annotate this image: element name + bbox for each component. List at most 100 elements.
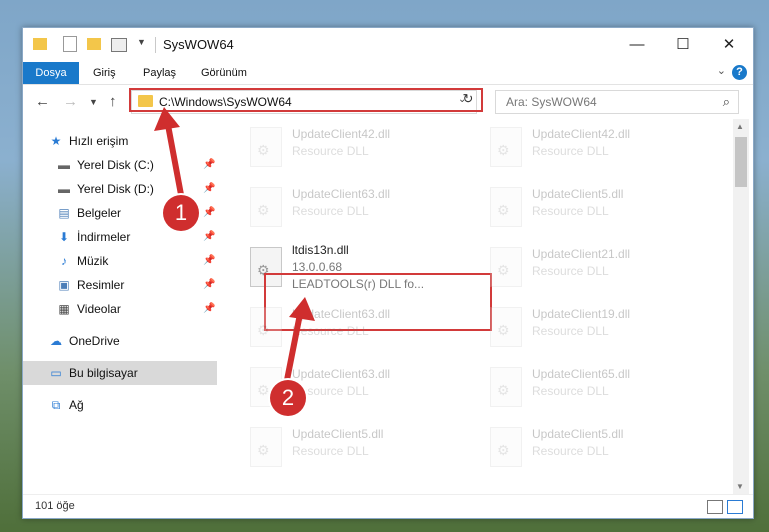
scroll-thumb[interactable] bbox=[735, 137, 747, 187]
file-name: UpdateClient19.dll bbox=[532, 307, 631, 321]
customize-toolbar-icon[interactable] bbox=[111, 38, 127, 52]
sidebar-item-label: Resimler bbox=[77, 278, 125, 292]
file-item[interactable]: ⚙ UpdateClient65.dll Resource DLL bbox=[478, 359, 708, 419]
item-count: 101 öğe bbox=[35, 500, 75, 512]
scroll-up-icon[interactable]: ▲ bbox=[736, 122, 744, 131]
file-name: UpdateClient5.dll bbox=[292, 427, 384, 441]
documents-icon: ▤ bbox=[58, 206, 70, 220]
folder-icon bbox=[33, 38, 47, 50]
dll-file-icon: ⚙ bbox=[490, 247, 522, 287]
sidebar-item-label: İndirmeler bbox=[77, 230, 131, 244]
up-button[interactable]: ↑ bbox=[109, 93, 117, 110]
title-separator bbox=[155, 37, 156, 53]
file-item-ltdis13n[interactable]: ⚙ ltdis13n.dll 13.0.0.68 LEADTOOLS(r) DL… bbox=[238, 239, 468, 299]
close-button[interactable]: ✕ bbox=[706, 28, 752, 62]
recent-locations-icon[interactable]: ▼ bbox=[89, 97, 98, 107]
file-item[interactable]: ⚙ UpdateClient63.dll Resource DLL bbox=[238, 179, 468, 239]
star-icon: ★ bbox=[50, 134, 62, 148]
title-bar: ▼ SysWOW64 — ☐ ✕ bbox=[23, 28, 753, 62]
minimize-button[interactable]: — bbox=[614, 28, 660, 62]
computer-icon: ▭ bbox=[50, 366, 62, 380]
file-name: UpdateClient21.dll bbox=[532, 247, 631, 261]
properties-icon[interactable] bbox=[63, 36, 77, 52]
file-item[interactable]: ⚙ UpdateClient5.dll Resource DLL bbox=[238, 419, 468, 479]
sidebar-item-this-pc[interactable]: ▭ Bu bilgisayar bbox=[23, 361, 217, 385]
step-badge-1: 1 bbox=[163, 195, 199, 231]
download-icon: ⬇ bbox=[58, 230, 70, 244]
gear-icon: ⚙ bbox=[497, 442, 510, 458]
network-icon: ⧉ bbox=[51, 398, 61, 412]
file-description: Resource DLL bbox=[532, 444, 609, 458]
sidebar-item-label: Yerel Disk (C:) bbox=[77, 158, 154, 172]
file-item[interactable]: ⚙ UpdateClient42.dll Resource DLL bbox=[238, 119, 468, 179]
collapse-ribbon-icon[interactable]: ⌄ bbox=[717, 64, 726, 77]
pin-icon[interactable]: 📌 bbox=[203, 279, 215, 290]
help-icon[interactable]: ? bbox=[732, 65, 747, 80]
gear-icon: ⚙ bbox=[257, 142, 270, 158]
ribbon-tabs: Dosya Giriş Paylaş Görünüm ⌄ ? bbox=[23, 62, 753, 85]
sidebar-item-label: Belgeler bbox=[77, 206, 122, 220]
sidebar-item-label: Ağ bbox=[69, 398, 84, 412]
file-description: Resource DLL bbox=[532, 144, 609, 158]
new-folder-icon[interactable] bbox=[87, 38, 101, 50]
maximize-button[interactable]: ☐ bbox=[660, 28, 706, 62]
file-description: Resource DLL bbox=[292, 444, 369, 458]
gear-icon: ⚙ bbox=[257, 202, 270, 218]
quick-access-dropdown-icon[interactable]: ▼ bbox=[137, 37, 146, 53]
music-icon: ♪ bbox=[61, 254, 67, 268]
back-button[interactable]: ← bbox=[35, 93, 50, 110]
dll-file-icon: ⚙ bbox=[490, 367, 522, 407]
file-item[interactable]: ⚙ UpdateClient5.dll Resource DLL bbox=[478, 179, 708, 239]
file-description: Resource DLL bbox=[532, 204, 609, 218]
file-item[interactable]: ⚙ UpdateClient19.dll Resource DLL bbox=[478, 299, 708, 359]
tab-share[interactable]: Paylaş bbox=[143, 62, 176, 84]
gear-icon: ⚙ bbox=[257, 382, 270, 398]
search-box[interactable]: Ara: SysWOW64 ⌕ bbox=[495, 90, 739, 114]
drive-icon: ▬ bbox=[58, 158, 70, 172]
pictures-icon: ▣ bbox=[58, 278, 70, 292]
vertical-scrollbar[interactable]: ▲ ▼ bbox=[733, 119, 749, 494]
dll-file-icon: ⚙ bbox=[250, 427, 282, 467]
pin-icon[interactable]: 📌 bbox=[203, 303, 215, 314]
tab-file[interactable]: Dosya bbox=[23, 62, 79, 84]
gear-icon: ⚙ bbox=[497, 322, 510, 338]
gear-icon: ⚙ bbox=[257, 322, 270, 338]
search-input[interactable]: Ara: SysWOW64 bbox=[506, 95, 597, 109]
sidebar-item-music[interactable]: ♪ Müzik 📌 bbox=[23, 249, 217, 273]
forward-button[interactable]: → bbox=[63, 93, 78, 110]
sidebar-item-pictures[interactable]: ▣ Resimler 📌 bbox=[23, 273, 217, 297]
dll-file-icon: ⚙ bbox=[250, 187, 282, 227]
dll-file-icon: ⚙ bbox=[490, 307, 522, 347]
file-item[interactable]: ⚙ UpdateClient42.dll Resource DLL bbox=[478, 119, 708, 179]
file-item[interactable]: ⚙ UpdateClient5.dll Resource DLL bbox=[478, 419, 708, 479]
scroll-down-icon[interactable]: ▼ bbox=[736, 482, 744, 491]
gear-icon: ⚙ bbox=[497, 262, 510, 278]
file-description: LEADTOOLS(r) DLL fo... bbox=[292, 277, 425, 291]
file-name: UpdateClient63.dll bbox=[292, 187, 391, 201]
file-description: Resource DLL bbox=[532, 264, 609, 278]
sidebar-item-label: OneDrive bbox=[69, 334, 120, 348]
file-description: Resource DLL bbox=[532, 384, 609, 398]
search-icon[interactable]: ⌕ bbox=[723, 94, 730, 110]
file-description: Resource DLL bbox=[292, 204, 369, 218]
file-item[interactable]: ⚙ UpdateClient21.dll Resource DLL bbox=[478, 239, 708, 299]
sidebar-item-label: Müzik bbox=[77, 254, 109, 268]
pin-icon[interactable]: 📌 bbox=[203, 231, 215, 242]
dll-file-icon: ⚙ bbox=[490, 427, 522, 467]
tiles-view-icon[interactable] bbox=[727, 500, 743, 514]
file-name: ltdis13n.dll bbox=[292, 243, 349, 257]
sidebar-item-onedrive[interactable]: ☁ OneDrive bbox=[23, 329, 217, 353]
refresh-button[interactable]: ↻ bbox=[457, 89, 479, 109]
file-item[interactable]: ⚙ UpdateClient63.dll Resource DLL bbox=[238, 299, 468, 359]
tab-home[interactable]: Giriş bbox=[93, 62, 116, 84]
sidebar-item-network[interactable]: ⧉ Ağ bbox=[23, 393, 217, 417]
sidebar-item-videos[interactable]: ▦ Videolar 📌 bbox=[23, 297, 217, 321]
explorer-window: ▼ SysWOW64 — ☐ ✕ Dosya Giriş Paylaş Görü… bbox=[22, 27, 754, 519]
details-view-icon[interactable] bbox=[707, 500, 723, 514]
file-name: UpdateClient42.dll bbox=[292, 127, 391, 141]
sidebar-item-label: Yerel Disk (D:) bbox=[77, 182, 154, 196]
tab-view[interactable]: Görünüm bbox=[201, 62, 247, 84]
file-version: 13.0.0.68 bbox=[292, 260, 343, 274]
file-name: UpdateClient42.dll bbox=[532, 127, 631, 141]
pin-icon[interactable]: 📌 bbox=[203, 255, 215, 266]
